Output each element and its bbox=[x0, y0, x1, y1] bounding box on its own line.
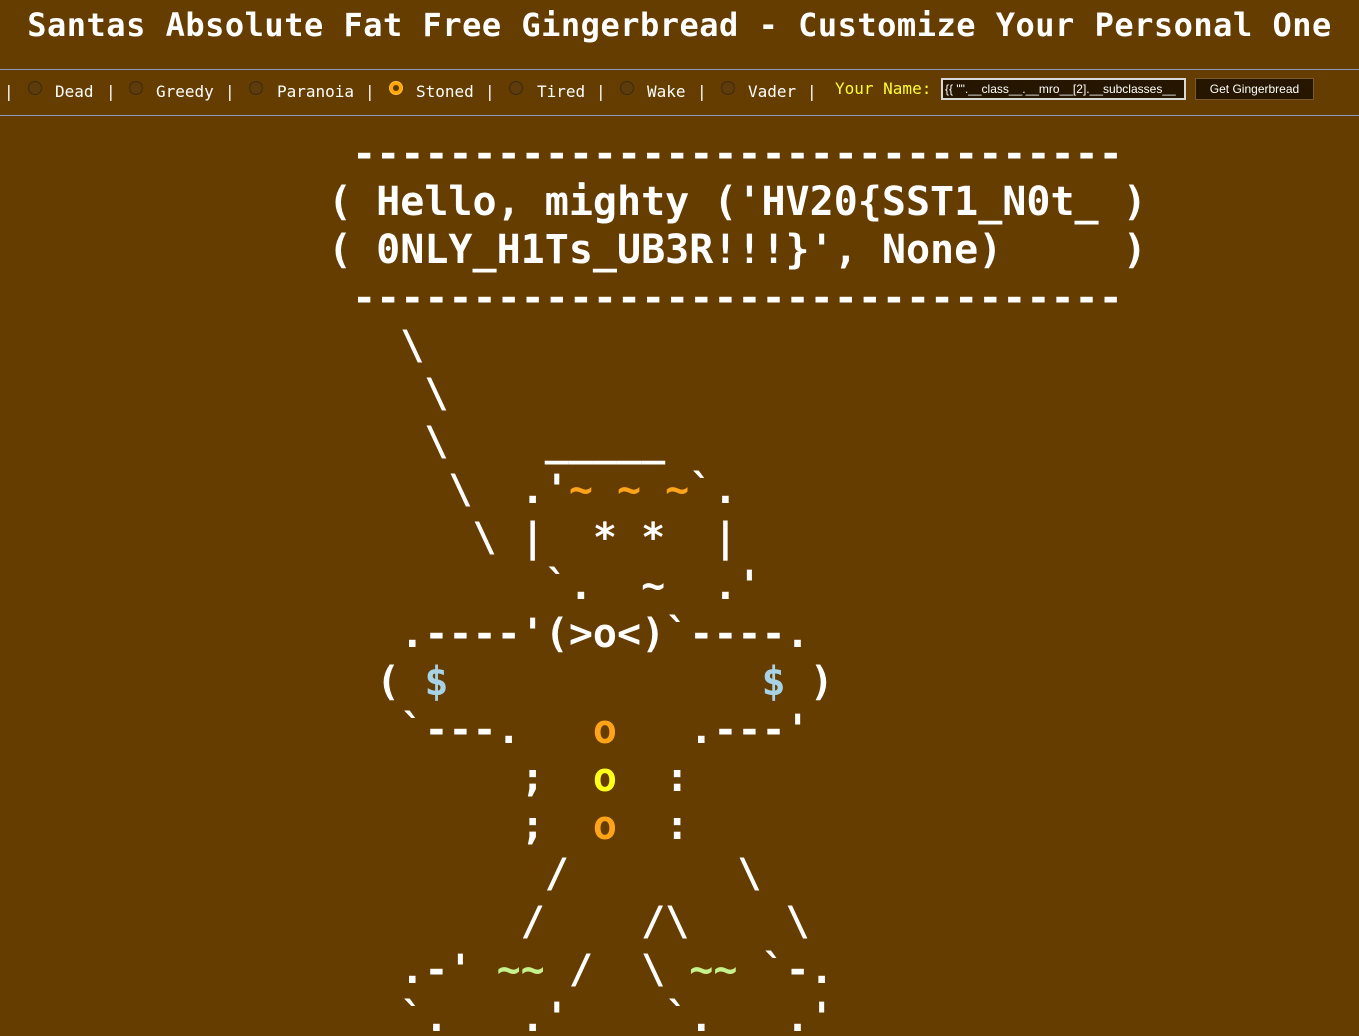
legs-upper: / \ bbox=[328, 851, 762, 897]
separator: | bbox=[225, 82, 235, 101]
bubble-tail: \ bbox=[328, 323, 425, 369]
radio-dead[interactable] bbox=[28, 81, 42, 95]
body-left: ; bbox=[328, 755, 593, 801]
radio-wake[interactable] bbox=[620, 81, 634, 95]
separator: | bbox=[485, 82, 495, 101]
hand-left-dollar: $ bbox=[424, 659, 449, 705]
separator: | bbox=[807, 82, 817, 101]
grass-left: ~~ bbox=[496, 947, 545, 993]
option-label-tired[interactable]: Tired bbox=[537, 82, 585, 101]
button-1: o bbox=[592, 707, 617, 753]
radio-greedy[interactable] bbox=[129, 81, 143, 95]
gingerbread-ascii-art: -------------------------------- ( Hello… bbox=[328, 130, 1147, 1036]
separator: | bbox=[4, 82, 14, 101]
bubble-bottom-border: -------------------------------- bbox=[328, 275, 1123, 321]
mouth-and-arms: .----'(>o<)`----. bbox=[328, 611, 810, 657]
radio-tired[interactable] bbox=[509, 81, 523, 95]
head-left: \ .' bbox=[328, 467, 569, 513]
separator: | bbox=[697, 82, 707, 101]
mood-toolbar: | Dead | Greedy | Paranoia | Stoned | Ti… bbox=[0, 69, 1359, 116]
hand-right-dollar: $ bbox=[761, 659, 786, 705]
bubble-tail: \ bbox=[328, 371, 449, 417]
head-right: `. bbox=[689, 467, 738, 513]
feet-right: `-. bbox=[737, 947, 834, 993]
page-title: Santas Absolute Fat Free Gingerbread - C… bbox=[27, 6, 1332, 44]
body-left: ; bbox=[328, 803, 593, 849]
button-3: o bbox=[592, 803, 617, 849]
option-label-wake[interactable]: Wake bbox=[647, 82, 686, 101]
waist-right: .---' bbox=[617, 707, 810, 753]
eyebrows: ~ ~ ~ bbox=[568, 467, 690, 513]
radio-vader[interactable] bbox=[721, 81, 735, 95]
arms-gap bbox=[448, 659, 761, 705]
arm-left: ( bbox=[328, 659, 425, 705]
feet-left: .-' bbox=[328, 947, 497, 993]
button-2: o bbox=[592, 755, 617, 801]
head-top: \ _____ bbox=[328, 419, 666, 465]
separator: | bbox=[365, 82, 375, 101]
eyes: \ | * * | bbox=[328, 515, 738, 561]
radio-paranoia[interactable] bbox=[249, 81, 263, 95]
arm-right: ) bbox=[785, 659, 834, 705]
option-label-greedy[interactable]: Greedy bbox=[156, 82, 214, 101]
your-name-label: Your Name: bbox=[835, 79, 932, 98]
option-label-vader[interactable]: Vader bbox=[748, 82, 796, 101]
bubble-greeting-line-1: ( Hello, mighty ('HV20{SST1_N0t_ ) bbox=[328, 179, 1147, 225]
body-right: : bbox=[617, 803, 690, 849]
separator: | bbox=[106, 82, 116, 101]
separator: | bbox=[596, 82, 606, 101]
soles: `.___.' `.___.' bbox=[328, 995, 834, 1036]
bubble-greeting-line-2: ( 0NLY_H1Ts_UB3R!!!}', None) ) bbox=[328, 227, 1147, 273]
body-right: : bbox=[617, 755, 690, 801]
feet-middle: / \ bbox=[544, 947, 690, 993]
option-label-stoned[interactable]: Stoned bbox=[416, 82, 474, 101]
waist-left: `---. bbox=[328, 707, 593, 753]
name-input[interactable]: {{ "".__class__.__mro__[2].__subclasses_… bbox=[941, 78, 1186, 100]
get-gingerbread-button[interactable]: Get Gingerbread bbox=[1195, 78, 1314, 100]
nose: `. ~ .' bbox=[328, 563, 762, 609]
grass-right: ~~ bbox=[689, 947, 738, 993]
bubble-top-border: -------------------------------- bbox=[328, 131, 1123, 177]
legs-lower: / /\ \ bbox=[328, 899, 810, 945]
radio-stoned[interactable] bbox=[389, 81, 403, 95]
option-label-dead[interactable]: Dead bbox=[55, 82, 94, 101]
option-label-paranoia[interactable]: Paranoia bbox=[277, 82, 354, 101]
